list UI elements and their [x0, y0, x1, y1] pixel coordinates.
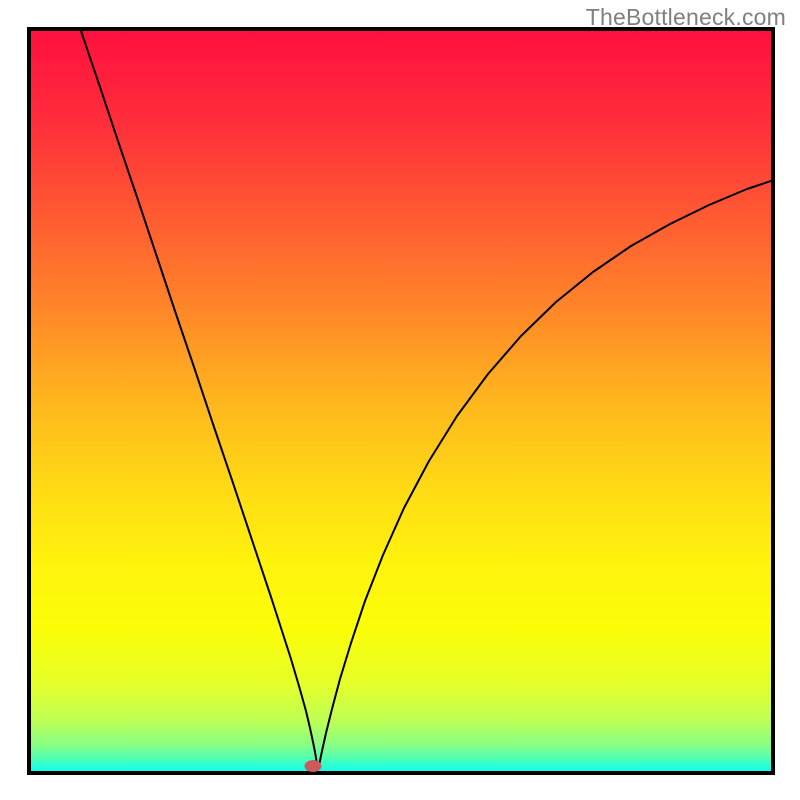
plot-area [31, 31, 771, 771]
chart-canvas: TheBottleneck.com [0, 0, 800, 800]
optimal-point-marker [305, 760, 322, 772]
chart-frame [27, 27, 775, 775]
gradient-background [31, 31, 771, 771]
